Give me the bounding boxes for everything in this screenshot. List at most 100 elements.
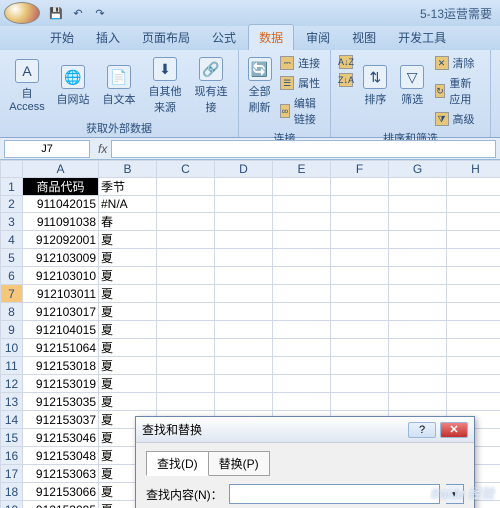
cell[interactable] — [447, 303, 500, 321]
cell[interactable]: #N/A — [99, 196, 157, 213]
cell[interactable]: 商品代码 — [23, 178, 99, 196]
row-header[interactable]: 6 — [1, 267, 23, 285]
select-all-corner[interactable] — [1, 161, 23, 178]
cell[interactable] — [273, 267, 331, 285]
cell[interactable]: 912153037 — [23, 411, 99, 429]
cell[interactable] — [215, 196, 273, 213]
cell[interactable]: 夏 — [99, 285, 157, 303]
cell[interactable] — [215, 213, 273, 231]
cell[interactable] — [215, 393, 273, 411]
from-other-button[interactable]: ⬇自其他来源 — [144, 54, 186, 118]
cell[interactable] — [331, 303, 389, 321]
col-header-D[interactable]: D — [215, 161, 273, 178]
office-button[interactable] — [4, 2, 40, 24]
cell[interactable] — [215, 321, 273, 339]
from-text-button[interactable]: 📄自文本 — [98, 54, 140, 118]
qat-undo[interactable]: ↶ — [70, 5, 86, 21]
find-content-input[interactable] — [229, 484, 440, 504]
row-header[interactable]: 5 — [1, 249, 23, 267]
tab-view[interactable]: 视图 — [342, 25, 386, 50]
tab-layout[interactable]: 页面布局 — [132, 25, 200, 50]
cell[interactable] — [273, 231, 331, 249]
col-header-C[interactable]: C — [157, 161, 215, 178]
cell[interactable] — [273, 178, 331, 196]
cell[interactable] — [447, 231, 500, 249]
cell[interactable]: 季节 — [99, 178, 157, 196]
tab-home[interactable]: 开始 — [40, 25, 84, 50]
cell[interactable] — [331, 375, 389, 393]
row-header[interactable]: 1 — [1, 178, 23, 196]
cell[interactable] — [157, 285, 215, 303]
col-header-F[interactable]: F — [331, 161, 389, 178]
cell[interactable]: 911091038 — [23, 213, 99, 231]
cell[interactable]: 912153018 — [23, 357, 99, 375]
col-header-E[interactable]: E — [273, 161, 331, 178]
cell[interactable] — [273, 375, 331, 393]
cell[interactable]: 912104015 — [23, 321, 99, 339]
cell[interactable] — [389, 393, 447, 411]
cell[interactable] — [273, 393, 331, 411]
cell[interactable]: 912153066 — [23, 483, 99, 501]
dialog-close-button[interactable]: ✕ — [440, 422, 468, 438]
cell[interactable] — [273, 339, 331, 357]
row-header[interactable]: 4 — [1, 231, 23, 249]
cell[interactable] — [157, 267, 215, 285]
row-header[interactable]: 17 — [1, 465, 23, 483]
cell[interactable]: 912103011 — [23, 285, 99, 303]
cell[interactable] — [331, 267, 389, 285]
cell[interactable] — [331, 213, 389, 231]
find-tab[interactable]: 查找(D) — [146, 451, 209, 476]
existing-conn-button[interactable]: 🔗现有连接 — [190, 54, 232, 118]
cell[interactable] — [389, 213, 447, 231]
cell[interactable] — [157, 178, 215, 196]
advanced-filter-button[interactable]: ⧩高级 — [433, 110, 484, 128]
sort-button[interactable]: ⇅排序 — [359, 54, 392, 118]
cell[interactable] — [389, 285, 447, 303]
cell[interactable] — [389, 321, 447, 339]
sort-az-button[interactable]: A↓Z — [337, 54, 355, 70]
tab-insert[interactable]: 插入 — [86, 25, 130, 50]
cell[interactable] — [389, 178, 447, 196]
col-header-H[interactable]: H — [447, 161, 500, 178]
edit-links-button[interactable]: ∞编辑链接 — [278, 94, 324, 128]
connections-button[interactable]: ⎓连接 — [278, 54, 324, 72]
col-header-B[interactable]: B — [99, 161, 157, 178]
qat-save[interactable]: 💾 — [48, 5, 64, 21]
row-header[interactable]: 7 — [1, 285, 23, 303]
cell[interactable]: 夏 — [99, 339, 157, 357]
cell[interactable] — [389, 196, 447, 213]
cell[interactable] — [447, 178, 500, 196]
cell[interactable]: 夏 — [99, 321, 157, 339]
cell[interactable] — [389, 375, 447, 393]
cell[interactable]: 912153095 — [23, 501, 99, 508]
cell[interactable]: 夏 — [99, 375, 157, 393]
cell[interactable] — [331, 178, 389, 196]
cell[interactable] — [331, 393, 389, 411]
cell[interactable]: 夏 — [99, 393, 157, 411]
cell[interactable] — [157, 213, 215, 231]
row-header[interactable]: 3 — [1, 213, 23, 231]
col-header-A[interactable]: A — [23, 161, 99, 178]
row-header[interactable]: 12 — [1, 375, 23, 393]
row-header[interactable]: 18 — [1, 483, 23, 501]
cell[interactable] — [331, 357, 389, 375]
replace-tab[interactable]: 替换(P) — [208, 451, 270, 476]
col-header-G[interactable]: G — [389, 161, 447, 178]
row-header[interactable]: 10 — [1, 339, 23, 357]
cell[interactable] — [157, 357, 215, 375]
refresh-all-button[interactable]: 🔄全部刷新 — [245, 54, 274, 118]
cell[interactable] — [215, 178, 273, 196]
properties-button[interactable]: ☰属性 — [278, 74, 324, 92]
cell[interactable]: 912092001 — [23, 231, 99, 249]
tab-formula[interactable]: 公式 — [202, 25, 246, 50]
fx-icon[interactable]: fx — [94, 142, 111, 156]
row-header[interactable]: 13 — [1, 393, 23, 411]
cell[interactable]: 912103010 — [23, 267, 99, 285]
cell[interactable] — [331, 231, 389, 249]
cell[interactable] — [389, 303, 447, 321]
reapply-button[interactable]: ↻重新应用 — [433, 74, 484, 108]
clear-filter-button[interactable]: ✕清除 — [433, 54, 484, 72]
row-header[interactable]: 2 — [1, 196, 23, 213]
cell[interactable] — [447, 267, 500, 285]
cell[interactable]: 912103017 — [23, 303, 99, 321]
